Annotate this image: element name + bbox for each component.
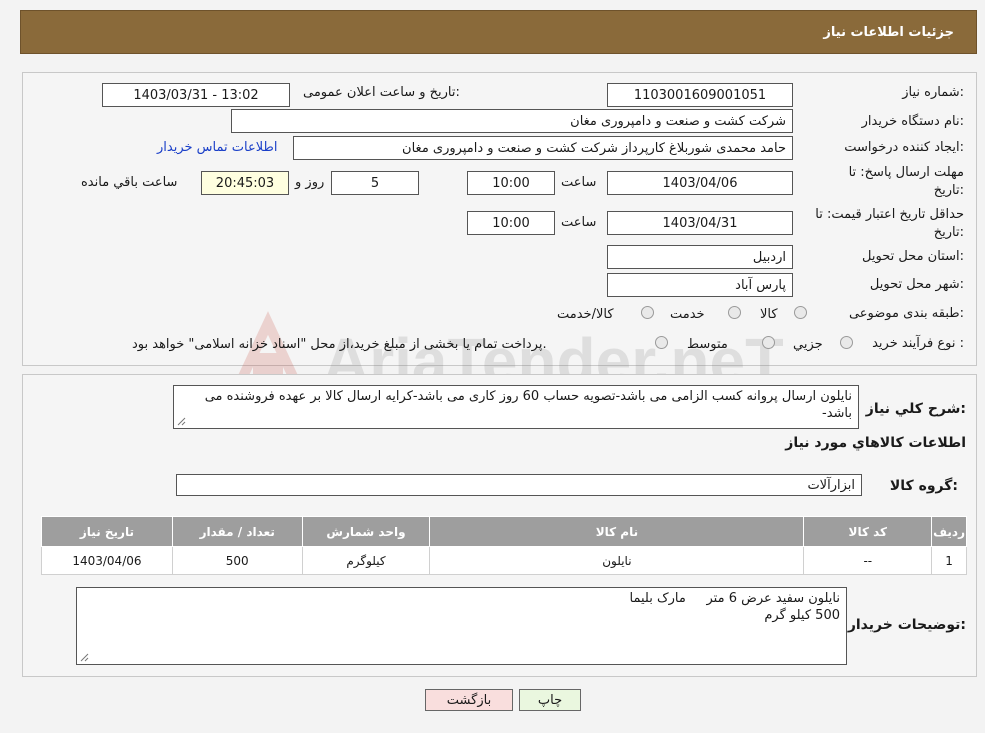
buyer-contact-link[interactable]: اطلاعات تماس خریدار: [157, 140, 277, 155]
buyer-org-label: نام دستگاه خریدار:: [861, 114, 964, 129]
goods-info-title: اطلاعات کالاهاي مورد نياز: [785, 435, 966, 451]
creator-label: ایجاد کننده درخواست:: [844, 140, 964, 155]
description-label: شرح کلي نياز:: [865, 401, 966, 417]
category-option-service: خدمت: [670, 307, 705, 322]
province-label: استان محل تحویل:: [862, 249, 964, 264]
col-date-header: تاریخ نیاز: [41, 516, 173, 547]
table-row[interactable]: 1 -- نایلون کیلوگرم 500 1403/04/06: [41, 546, 967, 575]
cell-code: --: [803, 546, 933, 575]
buyer-notes-label: توضیحات خریدار:: [847, 617, 966, 633]
details-panel: شرح کلي نياز: نایلون ارسال پروانه کسب ال…: [22, 374, 977, 677]
buyer-notes-line-2: 500 کیلو گرم: [764, 608, 840, 623]
back-button[interactable]: بازگشت: [425, 689, 513, 711]
province-field[interactable]: اردبیل: [607, 245, 793, 269]
process-radio-medium[interactable]: [762, 336, 775, 349]
validity-time-field[interactable]: 10:00: [467, 211, 555, 235]
announce-field[interactable]: 1403/03/31 - 13:02: [102, 83, 290, 107]
deadline-time-label: ساعت: [561, 175, 597, 190]
need-info-panel: AriaTender.neT شماره نیاز: 1103001609001…: [22, 72, 977, 403]
payment-note: پرداخت تمام یا بخشی از مبلغ خرید،از محل …: [132, 337, 547, 352]
col-quantity-header: تعداد / مقدار: [171, 516, 303, 547]
buyer-org-field[interactable]: شرکت کشت و صنعت و دامپروری مغان: [231, 109, 793, 133]
category-radio-goods[interactable]: [794, 306, 807, 319]
cell-date: 1403/04/06: [41, 546, 173, 575]
category-label: طبقه بندی موضوعی:: [848, 306, 964, 321]
deadline-label-line1: مهلت ارسال پاسخ: تا: [848, 165, 964, 180]
process-option-partial: جزیي: [793, 337, 823, 352]
col-row-header: ردیف: [931, 516, 967, 547]
description-text: نایلون ارسال پروانه کسب الزامی می باشد-ت…: [204, 389, 852, 421]
col-name-header: نام کالا: [429, 516, 805, 547]
validity-label-line2: تاریخ:: [933, 225, 964, 240]
deadline-date-field[interactable]: 1403/04/06: [607, 171, 793, 195]
print-button[interactable]: چاپ: [519, 689, 581, 711]
buyer-notes-line-1: نایلون سفید عرض 6 متر مارک بلیما: [629, 591, 840, 606]
announce-label: تاریخ و ساعت اعلان عمومی:: [303, 85, 460, 100]
days-field[interactable]: 5: [331, 171, 419, 195]
process-option-medium: متوسط: [687, 337, 728, 352]
process-radio-partial[interactable]: [840, 336, 853, 349]
city-label: شهر محل تحویل:: [869, 277, 964, 292]
days-label: روز و: [295, 175, 325, 190]
category-option-goods-service: کالا/خدمت: [557, 307, 614, 322]
remaining-label: ساعت باقي مانده: [81, 175, 178, 190]
city-field[interactable]: پارس آباد: [607, 273, 793, 297]
resize-handle-icon[interactable]: [80, 653, 89, 662]
validity-label-line1: حداقل تاریخ اعتبار قیمت: تا: [815, 207, 964, 222]
goods-table: ردیف کد کالا نام کالا واحد شمارش تعداد /…: [41, 516, 967, 575]
category-radio-goods-service[interactable]: [641, 306, 654, 319]
page-header: جزئیات اطلاعات نیاز: [20, 10, 977, 54]
creator-field[interactable]: حامد محمدی شوربلاغ کارپرداز شرکت کشت و ص…: [293, 136, 793, 160]
cell-name: نایلون: [429, 546, 805, 575]
need-number-label: شماره نیاز:: [902, 85, 964, 100]
deadline-label-line2: تاریخ:: [933, 183, 964, 198]
description-textarea[interactable]: نایلون ارسال پروانه کسب الزامی می باشد-ت…: [173, 385, 859, 429]
category-radio-service[interactable]: [728, 306, 741, 319]
goods-group-field[interactable]: ابزارآلات: [176, 474, 862, 496]
goods-table-header: ردیف کد کالا نام کالا واحد شمارش تعداد /…: [41, 516, 967, 547]
goods-group-label: گروه کالا:: [889, 478, 958, 494]
cell-row: 1: [931, 546, 967, 575]
page-title: جزئیات اطلاعات نیاز: [823, 24, 954, 40]
category-option-goods: کالا: [760, 307, 778, 322]
cell-quantity: 500: [171, 546, 303, 575]
validity-date-field[interactable]: 1403/04/31: [607, 211, 793, 235]
remaining-time-field: 20:45:03: [201, 171, 289, 195]
need-number-field[interactable]: 1103001609001051: [607, 83, 793, 107]
col-unit-header: واحد شمارش: [301, 516, 431, 547]
process-label: نوع فرآیند خرید :: [872, 336, 964, 351]
cell-unit: کیلوگرم: [301, 546, 431, 575]
buyer-notes-textarea[interactable]: نایلون سفید عرض 6 متر مارک بلیما 500 کیل…: [76, 587, 847, 665]
col-code-header: کد کالا: [803, 516, 933, 547]
payment-checkbox[interactable]: [655, 336, 668, 349]
resize-handle-icon[interactable]: [177, 417, 186, 426]
validity-time-label: ساعت: [561, 215, 597, 230]
deadline-time-field[interactable]: 10:00: [467, 171, 555, 195]
